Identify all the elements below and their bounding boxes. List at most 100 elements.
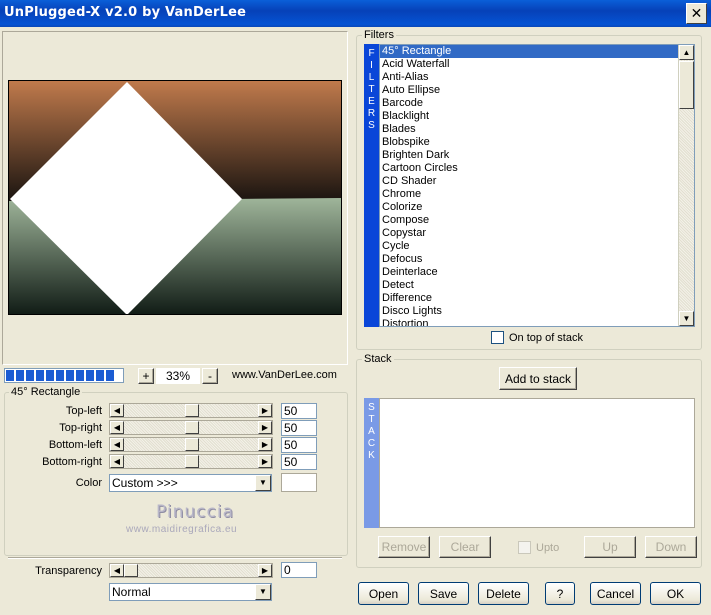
- slider-left-icon[interactable]: ◀: [110, 455, 124, 468]
- list-item[interactable]: Distortion: [380, 318, 694, 326]
- cancel-button[interactable]: Cancel: [590, 582, 641, 605]
- param-value-input[interactable]: 50: [281, 454, 317, 470]
- slider-right-icon[interactable]: ▶: [258, 404, 272, 417]
- list-item[interactable]: Colorize: [380, 201, 694, 214]
- filters-scrollbar[interactable]: ▲ ▼: [678, 45, 694, 326]
- progress-segment: [106, 370, 114, 381]
- slider-thumb[interactable]: [185, 421, 199, 434]
- zoom-level: 33%: [156, 368, 200, 384]
- list-item[interactable]: Defocus: [380, 253, 694, 266]
- progress-segment: [66, 370, 74, 381]
- watermark-site: www.maidiregrafica.eu: [126, 524, 238, 535]
- slider-right-icon[interactable]: ▶: [258, 564, 272, 577]
- list-item[interactable]: Brighten Dark: [380, 149, 694, 162]
- slider-left-icon[interactable]: ◀: [110, 404, 124, 417]
- slider-right-icon[interactable]: ▶: [258, 455, 272, 468]
- vertical-letter: C: [367, 438, 376, 449]
- list-item[interactable]: Blobspike: [380, 136, 694, 149]
- on-top-checkbox[interactable]: [491, 331, 504, 344]
- close-button[interactable]: ✕: [686, 3, 707, 24]
- slider-left-icon[interactable]: ◀: [110, 421, 124, 434]
- chevron-down-icon[interactable]: ▼: [255, 584, 271, 600]
- list-item[interactable]: Acid Waterfall: [380, 58, 694, 71]
- vertical-letter: E: [368, 96, 375, 107]
- param-slider[interactable]: ◀ ▶: [109, 420, 273, 435]
- progress-segment: [16, 370, 24, 381]
- transparency-input[interactable]: 0: [281, 562, 317, 578]
- open-button[interactable]: Open: [358, 582, 409, 605]
- scroll-up-icon[interactable]: ▲: [679, 45, 694, 60]
- param-value-input[interactable]: 50: [281, 403, 317, 419]
- blend-mode-select[interactable]: Normal ▼: [109, 583, 272, 601]
- remove-button[interactable]: Remove: [378, 536, 430, 558]
- list-item[interactable]: Disco Lights: [380, 305, 694, 318]
- param-slider[interactable]: ◀ ▶: [109, 437, 273, 452]
- param-value-input[interactable]: 50: [281, 437, 317, 453]
- list-item[interactable]: Barcode: [380, 97, 694, 110]
- list-item[interactable]: Cartoon Circles: [380, 162, 694, 175]
- filters-list[interactable]: 45° Rectangle Acid Waterfall Anti-Alias Aut…: [379, 44, 695, 327]
- list-item[interactable]: 45° Rectangle: [380, 45, 694, 58]
- list-item[interactable]: Compose: [380, 214, 694, 227]
- vertical-letter: R: [367, 108, 376, 119]
- color-select[interactable]: Custom >>> ▼: [109, 474, 272, 492]
- param-label: Top-left: [65, 405, 102, 417]
- zoom-out-button[interactable]: -: [202, 368, 218, 384]
- param-slider[interactable]: ◀ ▶: [109, 454, 273, 469]
- list-item[interactable]: Cycle: [380, 240, 694, 253]
- progress-segment: [26, 370, 34, 381]
- vertical-letter: I: [370, 60, 373, 71]
- ok-button[interactable]: OK: [650, 582, 701, 605]
- transparency-slider[interactable]: ◀ ▶: [109, 563, 273, 578]
- slider-thumb[interactable]: [185, 438, 199, 451]
- slider-thumb[interactable]: [185, 404, 199, 417]
- clear-button[interactable]: Clear: [439, 536, 491, 558]
- window-title: UnPlugged-X v2.0 by VanDerLee: [4, 5, 247, 20]
- filters-group-title: Filters: [362, 29, 396, 41]
- progress-segment: [56, 370, 64, 381]
- delete-button[interactable]: Delete: [478, 582, 529, 605]
- param-slider[interactable]: ◀ ▶: [109, 403, 273, 418]
- upto-checkbox[interactable]: [518, 541, 531, 554]
- progress-segment: [6, 370, 14, 381]
- list-item[interactable]: Blades: [380, 123, 694, 136]
- down-button[interactable]: Down: [645, 536, 697, 558]
- list-item[interactable]: Difference: [380, 292, 694, 305]
- save-button[interactable]: Save: [418, 582, 469, 605]
- add-to-stack-button[interactable]: Add to stack: [499, 367, 577, 390]
- list-item[interactable]: Copystar: [380, 227, 694, 240]
- progress-segment: [96, 370, 104, 381]
- vertical-letter: F: [368, 48, 375, 59]
- slider-left-icon[interactable]: ◀: [110, 564, 124, 577]
- list-item[interactable]: Auto Ellipse: [380, 84, 694, 97]
- slider-thumb[interactable]: [185, 455, 199, 468]
- preview-image[interactable]: [8, 80, 342, 315]
- chevron-down-icon[interactable]: ▼: [255, 475, 271, 491]
- title-bar[interactable]: UnPlugged-X v2.0 by VanDerLee ✕: [0, 0, 711, 27]
- color-select-value: Custom >>>: [112, 476, 178, 490]
- list-item[interactable]: Anti-Alias: [380, 71, 694, 84]
- credit-link[interactable]: www.VanDerLee.com: [232, 369, 337, 381]
- list-item[interactable]: Blacklight: [380, 110, 694, 123]
- list-item[interactable]: CD Shader: [380, 175, 694, 188]
- list-item[interactable]: Detect: [380, 279, 694, 292]
- up-button[interactable]: Up: [584, 536, 636, 558]
- param-label: Bottom-right: [42, 456, 102, 468]
- color-swatch[interactable]: [281, 473, 317, 492]
- list-item[interactable]: Chrome: [380, 188, 694, 201]
- scroll-down-icon[interactable]: ▼: [679, 311, 694, 326]
- help-button[interactable]: ?: [545, 582, 575, 605]
- slider-right-icon[interactable]: ▶: [258, 421, 272, 434]
- list-item[interactable]: Deinterlace: [380, 266, 694, 279]
- on-top-label: On top of stack: [509, 332, 583, 344]
- scroll-thumb[interactable]: [679, 61, 694, 109]
- stack-vertical-label: STACK: [364, 398, 379, 528]
- stack-list[interactable]: [379, 398, 695, 528]
- param-value-input[interactable]: 50: [281, 420, 317, 436]
- slider-right-icon[interactable]: ▶: [258, 438, 272, 451]
- slider-left-icon[interactable]: ◀: [110, 438, 124, 451]
- filters-vertical-label: FILTERS: [364, 44, 379, 327]
- slider-thumb[interactable]: [124, 564, 138, 577]
- vertical-letter: A: [368, 426, 375, 437]
- zoom-in-button[interactable]: +: [138, 368, 154, 384]
